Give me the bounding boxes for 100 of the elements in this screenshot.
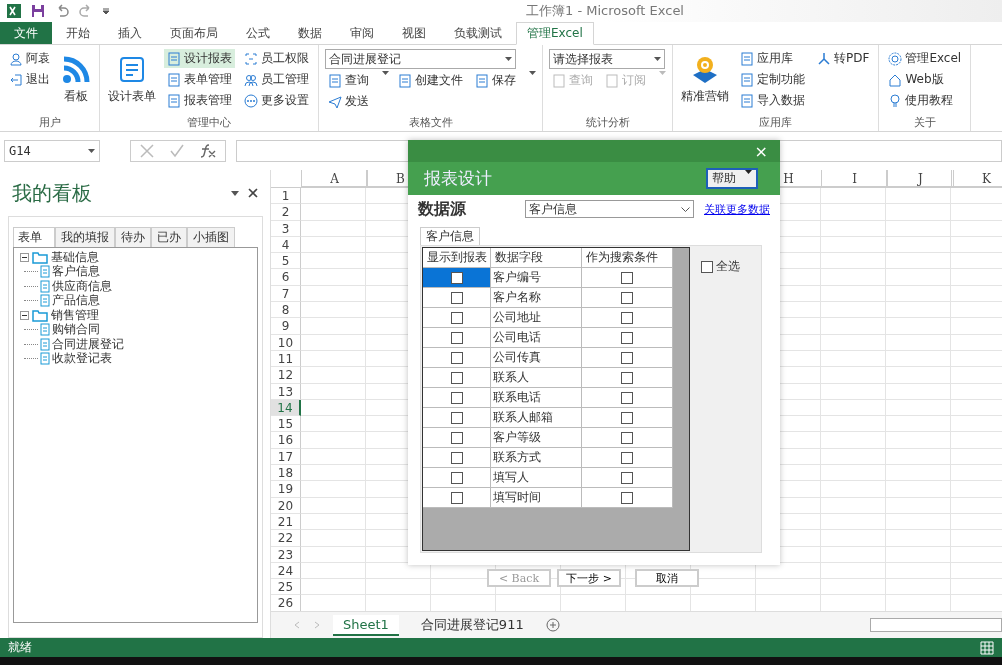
row-header[interactable]: 23: [271, 546, 301, 563]
report-select[interactable]: 请选择报表: [549, 49, 665, 69]
row-header[interactable]: 17: [271, 448, 301, 466]
row-header[interactable]: 25: [271, 579, 301, 596]
tree-item[interactable]: 收款登记表: [52, 350, 112, 368]
ribbon-button[interactable]: 设计报表: [164, 49, 235, 68]
ribbon-tab[interactable]: 数据: [284, 22, 336, 44]
column-header[interactable]: A: [302, 170, 368, 187]
dialog-button[interactable]: 下一步 >: [557, 569, 621, 587]
ribbon-tab[interactable]: 文件: [0, 22, 52, 44]
row-header[interactable]: 3: [271, 220, 301, 237]
ribbon-button[interactable]: 表单管理: [164, 70, 235, 89]
collapse-icon[interactable]: [20, 310, 29, 320]
ribbon-large-button[interactable]: 设计表单: [106, 49, 158, 115]
ribbon-tab[interactable]: 页面布局: [156, 22, 232, 44]
row-header[interactable]: 8: [271, 302, 301, 319]
row-header[interactable]: 9: [271, 318, 301, 335]
row-header[interactable]: 20: [271, 497, 301, 514]
ribbon-button[interactable]: 管理Excel: [885, 49, 965, 68]
checkbox[interactable]: [450, 331, 463, 344]
function-icon[interactable]: [199, 143, 217, 159]
checkbox[interactable]: [450, 471, 463, 484]
row-header[interactable]: 22: [271, 530, 301, 547]
ribbon-tab[interactable]: 视图: [388, 22, 440, 44]
row-header[interactable]: 6: [271, 269, 301, 286]
ribbon-large-button[interactable]: 看板: [59, 49, 93, 115]
column-header[interactable]: J: [888, 170, 954, 187]
row-header[interactable]: 11: [271, 350, 301, 368]
help-dropdown[interactable]: 帮助: [706, 168, 758, 189]
ribbon-button[interactable]: 使用教程: [885, 91, 965, 110]
checkbox[interactable]: [621, 411, 633, 424]
horizontal-scrollbar[interactable]: [870, 618, 1002, 633]
ribbon-tab[interactable]: 开始: [52, 22, 104, 44]
select-all-label[interactable]: 全选: [716, 258, 740, 275]
ribbon-button[interactable]: 查询: [325, 71, 372, 90]
row-header[interactable]: 18: [271, 465, 301, 482]
tree-item[interactable]: 基础信息: [51, 248, 99, 266]
checkbox[interactable]: [450, 271, 463, 284]
checkbox[interactable]: [621, 371, 633, 384]
checkbox[interactable]: [621, 391, 633, 404]
checkbox[interactable]: [621, 491, 633, 504]
close-button[interactable]: ×: [754, 141, 768, 161]
caret-icon[interactable]: [230, 189, 240, 197]
ribbon-button[interactable]: 报表管理: [164, 91, 235, 110]
add-sheet-icon[interactable]: [545, 618, 560, 633]
ribbon-button[interactable]: 员工权限: [241, 49, 312, 68]
checkbox[interactable]: [701, 260, 713, 273]
dialog-tab[interactable]: 客户信息: [420, 227, 480, 245]
row-header[interactable]: 10: [271, 334, 301, 351]
data-source-select[interactable]: 客户信息: [524, 200, 694, 218]
ribbon-button[interactable]: 应用库: [737, 49, 808, 68]
ribbon-button[interactable]: 导入数据: [737, 91, 808, 110]
save-icon[interactable]: [30, 3, 46, 19]
ribbon-button[interactable]: 退出: [6, 70, 53, 89]
ribbon-button[interactable]: 发送: [325, 92, 372, 111]
report-dropdown[interactable]: 合同进展登记: [325, 49, 516, 69]
ribbon-button[interactable]: 创建文件: [395, 71, 466, 90]
column-header[interactable]: K: [954, 170, 1002, 187]
check-icon[interactable]: [169, 143, 185, 159]
normal-view-icon[interactable]: [980, 640, 994, 655]
ribbon-button[interactable]: 定制功能: [737, 70, 808, 89]
ribbon-button[interactable]: 保存: [472, 71, 519, 90]
ribbon-button[interactable]: 更多设置: [241, 91, 312, 110]
name-box[interactable]: G14: [4, 140, 100, 162]
customize-caret-icon[interactable]: [102, 6, 110, 16]
more-data-link[interactable]: 关联更多数据: [704, 201, 770, 217]
checkbox[interactable]: [621, 291, 633, 304]
checkbox[interactable]: [450, 371, 463, 384]
checkbox[interactable]: [450, 291, 463, 304]
checkbox[interactable]: [450, 311, 463, 324]
pane-tab[interactable]: 待办: [115, 227, 151, 247]
row-header[interactable]: 5: [271, 253, 301, 270]
pane-tab[interactable]: 表单: [13, 227, 55, 247]
ribbon-tab[interactable]: 管理Excel: [516, 22, 594, 45]
checkbox[interactable]: [450, 431, 463, 444]
row-header[interactable]: 16: [271, 432, 301, 449]
dialog-button[interactable]: 取消: [635, 569, 699, 587]
checkbox[interactable]: [450, 491, 463, 504]
row-header[interactable]: 12: [271, 367, 301, 384]
checkbox[interactable]: [621, 451, 633, 464]
caret-icon[interactable]: [88, 149, 95, 153]
caret-icon[interactable]: [654, 57, 661, 61]
sheet-tab[interactable]: Sheet1: [333, 614, 399, 636]
ribbon-button[interactable]: 阿袁: [6, 49, 53, 68]
checkbox[interactable]: [621, 311, 633, 324]
pane-tab[interactable]: 我的填报: [55, 227, 115, 247]
pane-tab[interactable]: 已办: [151, 227, 187, 247]
close-icon[interactable]: [248, 188, 258, 198]
checkbox[interactable]: [450, 391, 463, 404]
row-header[interactable]: 13: [271, 383, 301, 400]
ribbon-tab[interactable]: 审阅: [336, 22, 388, 44]
checkbox[interactable]: [621, 271, 633, 284]
row-header[interactable]: 4: [271, 236, 301, 254]
row-header[interactable]: 7: [271, 285, 301, 303]
caret-icon[interactable]: [382, 71, 389, 75]
column-header[interactable]: I: [822, 170, 888, 187]
sheet-tab[interactable]: 合同进展登记911: [410, 614, 534, 637]
ribbon-tab[interactable]: 负载测试: [440, 22, 516, 44]
pane-tab[interactable]: 小插图: [187, 227, 235, 247]
checkbox[interactable]: [450, 451, 463, 464]
